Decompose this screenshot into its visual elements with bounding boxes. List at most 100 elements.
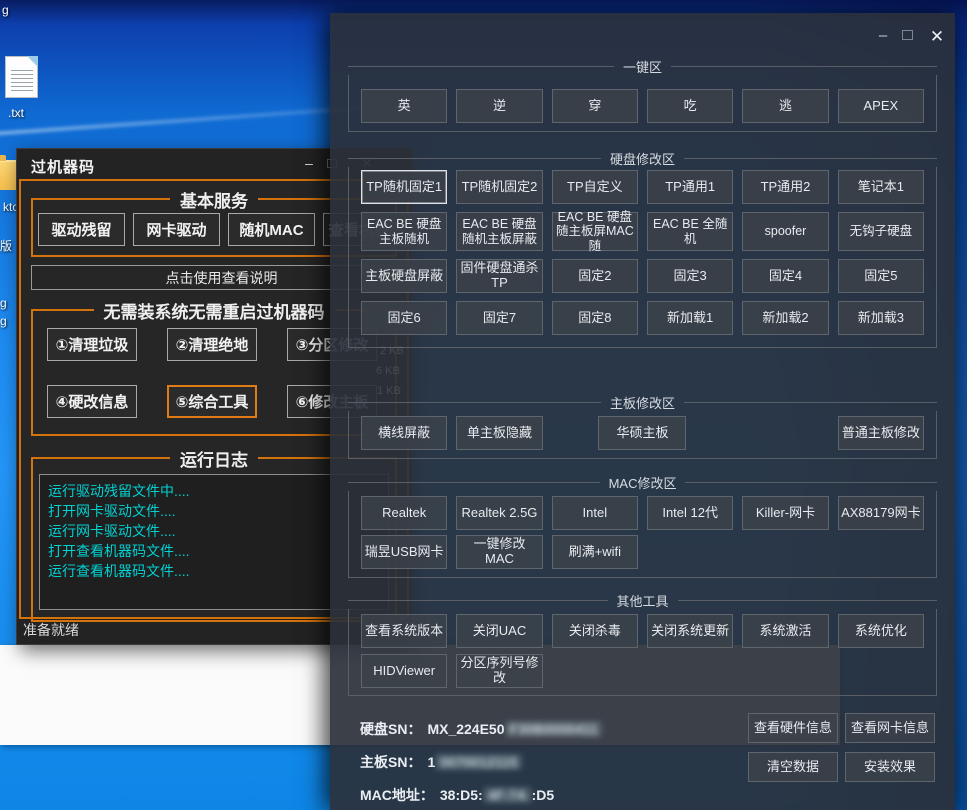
grid-button[interactable]: 关闭UAC (456, 614, 542, 648)
board-sn-value: 1 (427, 754, 435, 770)
grid-button[interactable]: EAC BE 硬盘随主板屏MAC随 (552, 212, 638, 251)
grid-button[interactable]: 吃 (647, 89, 733, 123)
grid-button[interactable]: 新加载1 (647, 301, 733, 335)
grid-button[interactable]: TP随机固定1 (361, 170, 447, 204)
board-sn-censored: 0070012115 (435, 754, 522, 770)
left-window-title: 过机器码 (31, 156, 95, 177)
group-title: 无需装系统无需重启过机器码 (94, 298, 335, 323)
desktop-icon-label[interactable]: g (0, 296, 7, 310)
grid-button[interactable]: 华硕主板 (598, 416, 686, 450)
board-sn-row: 主板SN： 1 0070012115 (360, 745, 602, 778)
grid-button[interactable]: 固定4 (742, 259, 828, 293)
section-2: 硬盘修改区 TP随机固定1 TP随机固定2 TP自定义 TP通用1 TP通用2 笔记本1 EA… (348, 149, 937, 348)
desktop: g .txt kto 版 g g 过机器码 – ✕ 基本服务 驱动残留网卡驱动随… (0, 0, 967, 810)
text-file-icon[interactable] (5, 56, 38, 98)
grid-button[interactable]: 刷满+wifi (552, 535, 638, 569)
desktop-icon-label[interactable]: .txt (8, 106, 24, 120)
desktop-icon-label[interactable]: g (0, 314, 7, 328)
step-button[interactable]: ②清理绝地 (167, 328, 257, 361)
board-sn-label: 主板SN： (360, 752, 421, 772)
grid-button[interactable]: 系统激活 (742, 614, 828, 648)
grid-button[interactable]: 穿 (552, 89, 638, 123)
grid-button[interactable]: 固定6 (361, 301, 447, 335)
section-3: 主板修改区横线屏蔽单主板隐藏 华硕主板 普通主板修改 (348, 393, 937, 459)
disk-sn-label: 硬盘SN： (360, 719, 421, 739)
desktop-icon-label[interactable]: g (2, 3, 9, 17)
grid-button[interactable]: TP通用2 (742, 170, 828, 204)
close-icon[interactable]: ✕ (926, 27, 948, 47)
grid-button[interactable]: Realtek (361, 496, 447, 530)
disk-sn-censored: F30B0000411 (505, 721, 603, 737)
section-title: MAC修改区 (600, 473, 686, 492)
grid-button[interactable]: 单主板隐藏 (456, 416, 542, 450)
grid-button[interactable]: Intel 12代 (647, 496, 733, 530)
mac-label: MAC地址： (360, 785, 434, 805)
grid-button[interactable]: 一键修改MAC (456, 535, 542, 569)
grid-button[interactable]: EAC BE 硬盘主板随机 (361, 212, 447, 251)
grid-button[interactable]: 系统优化 (838, 614, 924, 648)
grid-button[interactable]: AX88179网卡 (838, 496, 924, 530)
ghost-text: 1 KB (377, 385, 401, 397)
service-button[interactable]: 驱动残留 (38, 213, 125, 246)
grid-button[interactable]: TP随机固定2 (456, 170, 542, 204)
grid-button[interactable]: 固定5 (838, 259, 924, 293)
step-button[interactable]: ⑤综合工具 (167, 385, 257, 418)
section-title: 一键区 (614, 57, 671, 76)
grid-button[interactable]: HIDViewer (361, 654, 447, 688)
grid-button[interactable]: APEX (838, 89, 924, 123)
grid-button[interactable]: 关闭杀毒 (552, 614, 638, 648)
grid-button[interactable]: 新加载3 (838, 301, 924, 335)
right-titlebar[interactable]: – ✕ (330, 13, 955, 53)
grid-button[interactable]: 固定3 (647, 259, 733, 293)
grid-button[interactable]: spoofer (742, 212, 828, 251)
section-1: 一键区英逆穿吃逃 APEX (348, 57, 937, 132)
section-title: 其他工具 (608, 591, 678, 610)
grid-button[interactable]: Killer-网卡 (742, 496, 828, 530)
grid-button[interactable]: 关闭系统更新 (647, 614, 733, 648)
grid-button[interactable]: EAC BE 全随机 (647, 212, 733, 251)
section-title: 主板修改区 (601, 393, 684, 412)
minimize-icon[interactable]: – (872, 27, 894, 44)
ghost-text: 2 KB (380, 345, 404, 357)
footer-button[interactable]: 安装效果 (845, 752, 935, 782)
grid-button[interactable]: 横线屏蔽 (361, 416, 447, 450)
disk-sn-row: 硬盘SN： MX_224E50 F30B0000411 (360, 712, 602, 745)
grid-button[interactable]: 逃 (742, 89, 828, 123)
minimize-icon[interactable]: – (299, 155, 319, 171)
grid-button[interactable]: 固定8 (552, 301, 638, 335)
mac-value: 38:D5: (440, 787, 483, 803)
footer-button[interactable]: 查看网卡信息 (845, 713, 935, 743)
toolbox-window: – ✕ 一键区英逆穿吃逃 APEX 硬盘修改区 TP随机固定1 TP随机固定2 TP自定义… (330, 13, 955, 810)
grid-button[interactable]: 固定2 (552, 259, 638, 293)
footer-button[interactable]: 查看硬件信息 (748, 713, 838, 743)
grid-button[interactable]: EAC BE 硬盘随机主板屏蔽 (456, 212, 542, 251)
grid-button[interactable]: 英 (361, 89, 447, 123)
grid-button[interactable]: 普通主板修改 (838, 416, 924, 450)
service-button[interactable]: 随机MAC (228, 213, 315, 246)
grid-button[interactable]: 新加载2 (742, 301, 828, 335)
grid-button[interactable]: 逆 (456, 89, 542, 123)
group-title: 基本服务 (170, 187, 258, 212)
grid-button[interactable]: TP自定义 (552, 170, 638, 204)
grid-button[interactable]: 查看系统版本 (361, 614, 447, 648)
grid-button[interactable]: 分区序列号修改 (456, 654, 542, 688)
step-button[interactable]: ①清理垃圾 (47, 328, 137, 361)
step-button[interactable]: ④硬改信息 (47, 385, 137, 418)
grid-button[interactable]: 瑞昱USB网卡 (361, 535, 447, 569)
grid-button[interactable]: 笔记本1 (838, 170, 924, 204)
divider (33, 198, 170, 200)
grid-button[interactable]: 固定7 (456, 301, 542, 335)
grid-button[interactable]: 主板硬盘屏蔽 (361, 259, 447, 293)
footer-button[interactable]: 清空数据 (748, 752, 838, 782)
grid-button[interactable]: TP通用1 (647, 170, 733, 204)
grid-button[interactable]: 固件硬盘通杀TP (456, 259, 542, 293)
maximize-icon[interactable] (902, 30, 913, 40)
grid-button[interactable]: Realtek 2.5G (456, 496, 542, 530)
service-button[interactable]: 网卡驱动 (133, 213, 220, 246)
desktop-icon-label[interactable]: 版 (0, 237, 12, 254)
grid-button[interactable]: 无钩子硬盘 (838, 212, 924, 251)
hardware-info-footer: 硬盘SN： MX_224E50 F30B0000411 主板SN： 1 0070… (348, 712, 935, 810)
disk-sn-value: MX_224E50 (427, 721, 504, 737)
grid-button[interactable]: Intel (552, 496, 638, 530)
section-title: 硬盘修改区 (601, 149, 684, 168)
